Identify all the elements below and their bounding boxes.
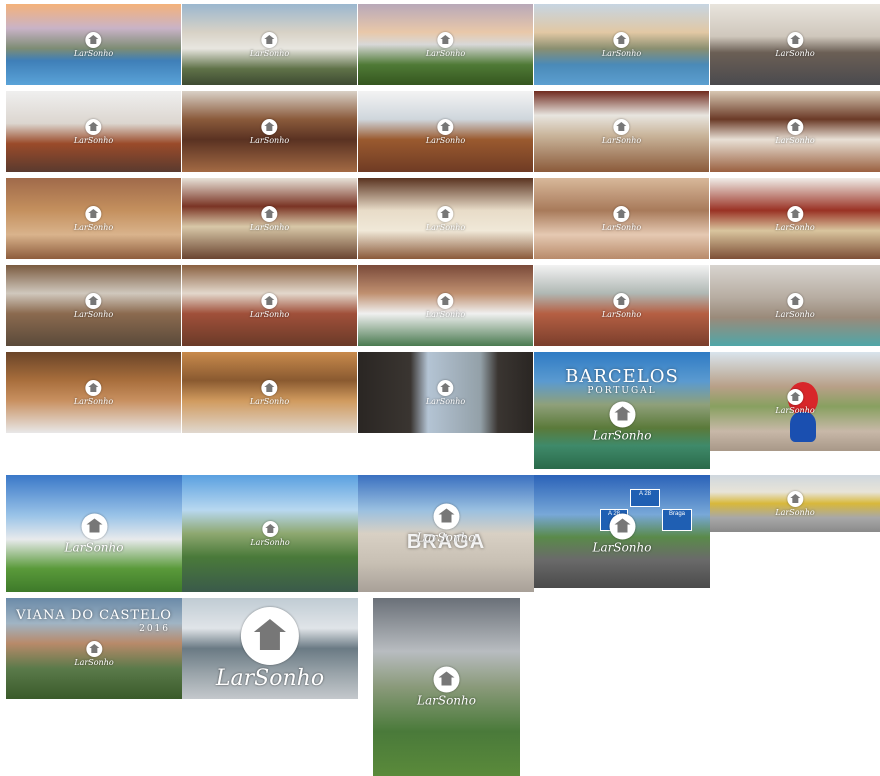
gallery-photo-living-sofa[interactable]: LarSonho: [358, 91, 533, 172]
photo-image: [182, 178, 357, 259]
rooster-statue-base: [790, 412, 816, 442]
gallery-photo-living-drapes[interactable]: LarSonho: [534, 91, 709, 172]
highway-sign-main: A 28: [630, 489, 660, 507]
photo-image: [6, 352, 181, 433]
photo-image: [373, 598, 520, 776]
highway-sign-left: A 28: [600, 509, 628, 531]
photo-image: [182, 4, 357, 85]
photo-image: [358, 91, 533, 172]
gallery-photo-stadium[interactable]: LarSonho: [6, 475, 182, 592]
gallery-photo-train[interactable]: LarSonho: [710, 475, 880, 532]
braga-sign: BRAGA: [406, 531, 486, 553]
gallery-photo-bedroom-3[interactable]: LarSonho: [710, 178, 880, 259]
photo-image: [182, 91, 357, 172]
photo-image: [710, 4, 880, 85]
gallery-photo-kitchen-2[interactable]: LarSonho: [710, 265, 880, 346]
photo-image: [6, 91, 181, 172]
barcelos-title: BARCELOS: [565, 366, 679, 387]
photo-image: [358, 352, 533, 433]
photo-image: [182, 475, 358, 592]
highway-sign-right: Braga: [662, 509, 692, 531]
gallery-photo-viana-do-castelo[interactable]: VIANA DO CASTELO 2016 LarSonho: [6, 598, 182, 699]
gallery-photo-toll-booth[interactable]: LarSonho: [182, 598, 358, 699]
gallery-photo-kitchen-fireplace[interactable]: LarSonho: [6, 265, 181, 346]
gallery-photo-house-front[interactable]: LarSonho: [182, 4, 357, 85]
photo-image: [358, 4, 533, 85]
photo-image: [710, 178, 880, 259]
gallery-photo-dining-room[interactable]: LarSonho: [710, 91, 880, 172]
photo-image: [710, 91, 880, 172]
gallery-photo-bedroom-1[interactable]: LarSonho: [182, 178, 357, 259]
gallery-photo-bathroom-3[interactable]: LarSonho: [358, 265, 533, 346]
photo-image: [358, 178, 533, 259]
gallery-photo-living-room-sunflowers[interactable]: LarSonho: [6, 91, 181, 172]
gallery-photo-kitchen-4[interactable]: LarSonho: [182, 352, 357, 433]
photo-image: [534, 91, 709, 172]
gallery-photo-bathroom[interactable]: LarSonho: [6, 178, 181, 259]
gallery-photo-garage[interactable]: LarSonho: [358, 352, 533, 433]
gallery-photo-park[interactable]: LarSonho: [373, 598, 520, 776]
photo-image: [6, 178, 181, 259]
rooster-statue: [788, 382, 818, 416]
gallery-photo-living-cabinet[interactable]: LarSonho: [182, 91, 357, 172]
gallery-photo-pool-sunset[interactable]: LarSonho: [6, 4, 181, 85]
photo-image: [6, 475, 182, 592]
gallery-photo-kitchen-3[interactable]: LarSonho: [6, 352, 181, 433]
gallery-photo-highway[interactable]: A 28 A 28 Braga LarSonho: [534, 475, 710, 588]
photo-image: [534, 265, 709, 346]
viana-year: 2016: [139, 624, 170, 634]
photo-image: [710, 265, 880, 346]
photo-image: [358, 265, 533, 346]
photo-image: [182, 352, 357, 433]
gallery-photo-barcelos-rooster[interactable]: LarSonho: [710, 352, 880, 451]
photo-image: [6, 4, 181, 85]
photo-gallery: LarSonho LarSonho LarSonho LarSonho LarS…: [0, 0, 880, 776]
photo-image: [182, 265, 357, 346]
barcelos-subtitle: PORTUGAL: [587, 386, 657, 396]
photo-image: [182, 598, 358, 699]
photo-image: [534, 475, 710, 588]
photo-image: [710, 475, 880, 532]
gallery-photo-bathroom-2[interactable]: LarSonho: [534, 178, 709, 259]
gallery-photo-bedroom-2[interactable]: LarSonho: [358, 178, 533, 259]
gallery-photo-hallway[interactable]: LarSonho: [710, 4, 880, 85]
photo-image: [6, 265, 181, 346]
gallery-photo-braga[interactable]: BRAGA LarSonho: [358, 475, 534, 592]
gallery-photo-bedroom-4[interactable]: LarSonho: [182, 265, 357, 346]
gallery-photo-river-bridge[interactable]: LarSonho: [182, 475, 358, 592]
photo-image: [534, 4, 709, 85]
gallery-photo-lounge[interactable]: LarSonho: [534, 265, 709, 346]
photo-image: [534, 178, 709, 259]
gallery-photo-house-lawn[interactable]: LarSonho: [358, 4, 533, 85]
gallery-photo-barcelos[interactable]: BARCELOS PORTUGAL LarSonho: [534, 352, 710, 469]
gallery-photo-pool-house[interactable]: LarSonho: [534, 4, 709, 85]
viana-title: VIANA DO CASTELO: [16, 608, 172, 623]
